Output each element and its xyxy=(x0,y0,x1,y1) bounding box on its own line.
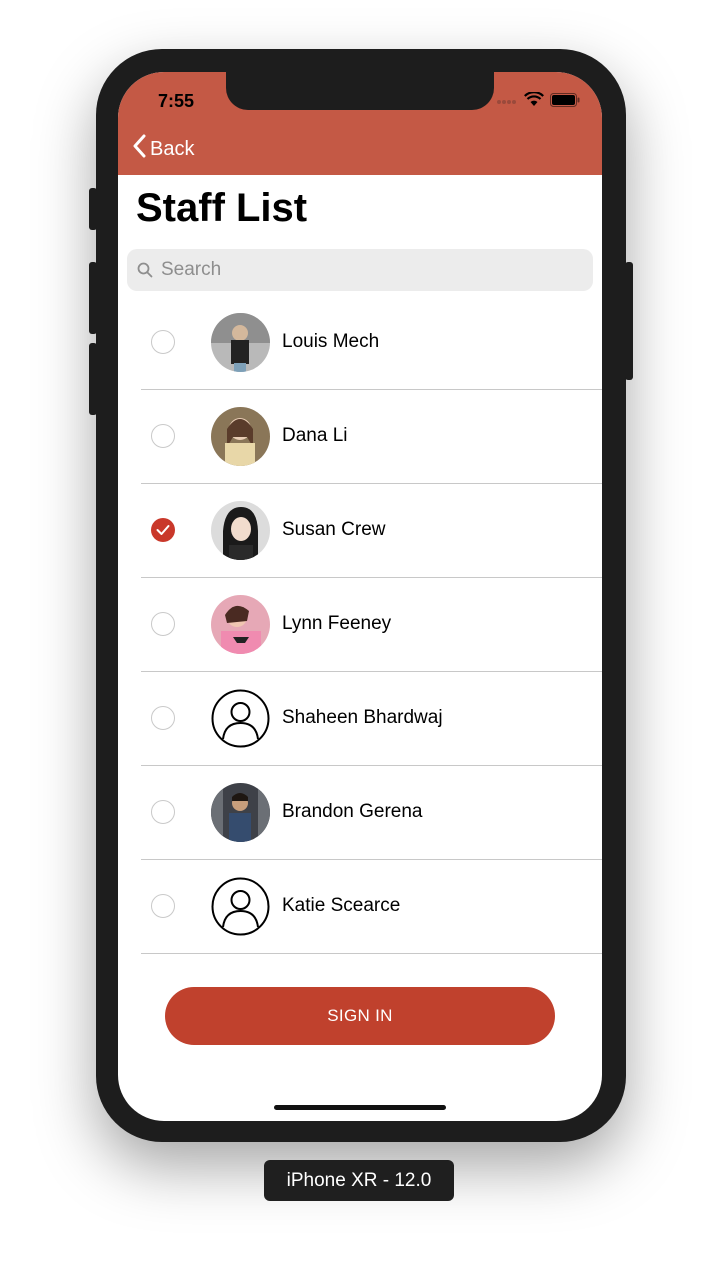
list-item[interactable]: Susan Crew xyxy=(118,484,602,578)
volume-down-button xyxy=(89,343,97,415)
signal-icon xyxy=(496,93,518,111)
list-item[interactable]: Shaheen Bhardwaj xyxy=(118,672,602,766)
list-item[interactable]: Brandon Gerena xyxy=(118,766,602,860)
avatar xyxy=(211,783,270,842)
checkmark-icon xyxy=(156,525,170,535)
search-input[interactable] xyxy=(159,258,563,282)
avatar xyxy=(211,313,270,372)
list-item[interactable]: Lynn Feeney xyxy=(118,578,602,672)
device-label: iPhone XR - 12.0 xyxy=(264,1160,454,1201)
chevron-left-icon xyxy=(132,134,146,164)
select-radio[interactable] xyxy=(151,424,175,448)
back-label: Back xyxy=(150,137,195,160)
select-radio[interactable] xyxy=(151,800,175,824)
navigation-bar: 7:55 Back xyxy=(118,72,602,175)
list-item[interactable]: Dana Li xyxy=(118,390,602,484)
select-radio[interactable] xyxy=(151,612,175,636)
list-item[interactable]: Katie Scearce xyxy=(118,860,602,954)
mute-switch xyxy=(89,188,97,230)
status-icons xyxy=(496,91,580,112)
user-placeholder-icon xyxy=(211,689,270,748)
staff-name: Brandon Gerena xyxy=(282,801,423,822)
divider xyxy=(141,953,602,954)
home-indicator xyxy=(274,1105,446,1110)
staff-name: Louis Mech xyxy=(282,331,380,352)
select-radio[interactable] xyxy=(151,330,175,354)
back-button[interactable]: Back xyxy=(132,134,194,164)
volume-up-button xyxy=(89,262,97,334)
status-time: 7:55 xyxy=(158,91,195,111)
page-title: Staff List xyxy=(136,186,308,230)
select-radio[interactable] xyxy=(151,894,175,918)
notch xyxy=(226,72,494,110)
staff-name: Shaheen Bhardwaj xyxy=(282,707,443,728)
search-bar[interactable] xyxy=(127,249,593,291)
staff-name: Susan Crew xyxy=(282,519,386,540)
power-button xyxy=(625,262,633,380)
sign-in-button[interactable]: SIGN IN xyxy=(165,987,555,1045)
wifi-icon xyxy=(524,91,544,112)
staff-name: Dana Li xyxy=(282,425,348,446)
select-radio[interactable] xyxy=(151,518,175,542)
staff-name: Lynn Feeney xyxy=(282,613,392,634)
battery-icon xyxy=(550,92,580,112)
avatar xyxy=(211,595,270,654)
screen: 7:55 Back Staff List Search Louis Mech D… xyxy=(118,72,602,1121)
user-placeholder-icon xyxy=(211,877,270,936)
search-icon xyxy=(137,262,153,278)
select-radio[interactable] xyxy=(151,706,175,730)
list-item[interactable]: Louis Mech xyxy=(118,296,602,390)
avatar xyxy=(211,501,270,560)
avatar xyxy=(211,407,270,466)
staff-name: Katie Scearce xyxy=(282,895,401,916)
